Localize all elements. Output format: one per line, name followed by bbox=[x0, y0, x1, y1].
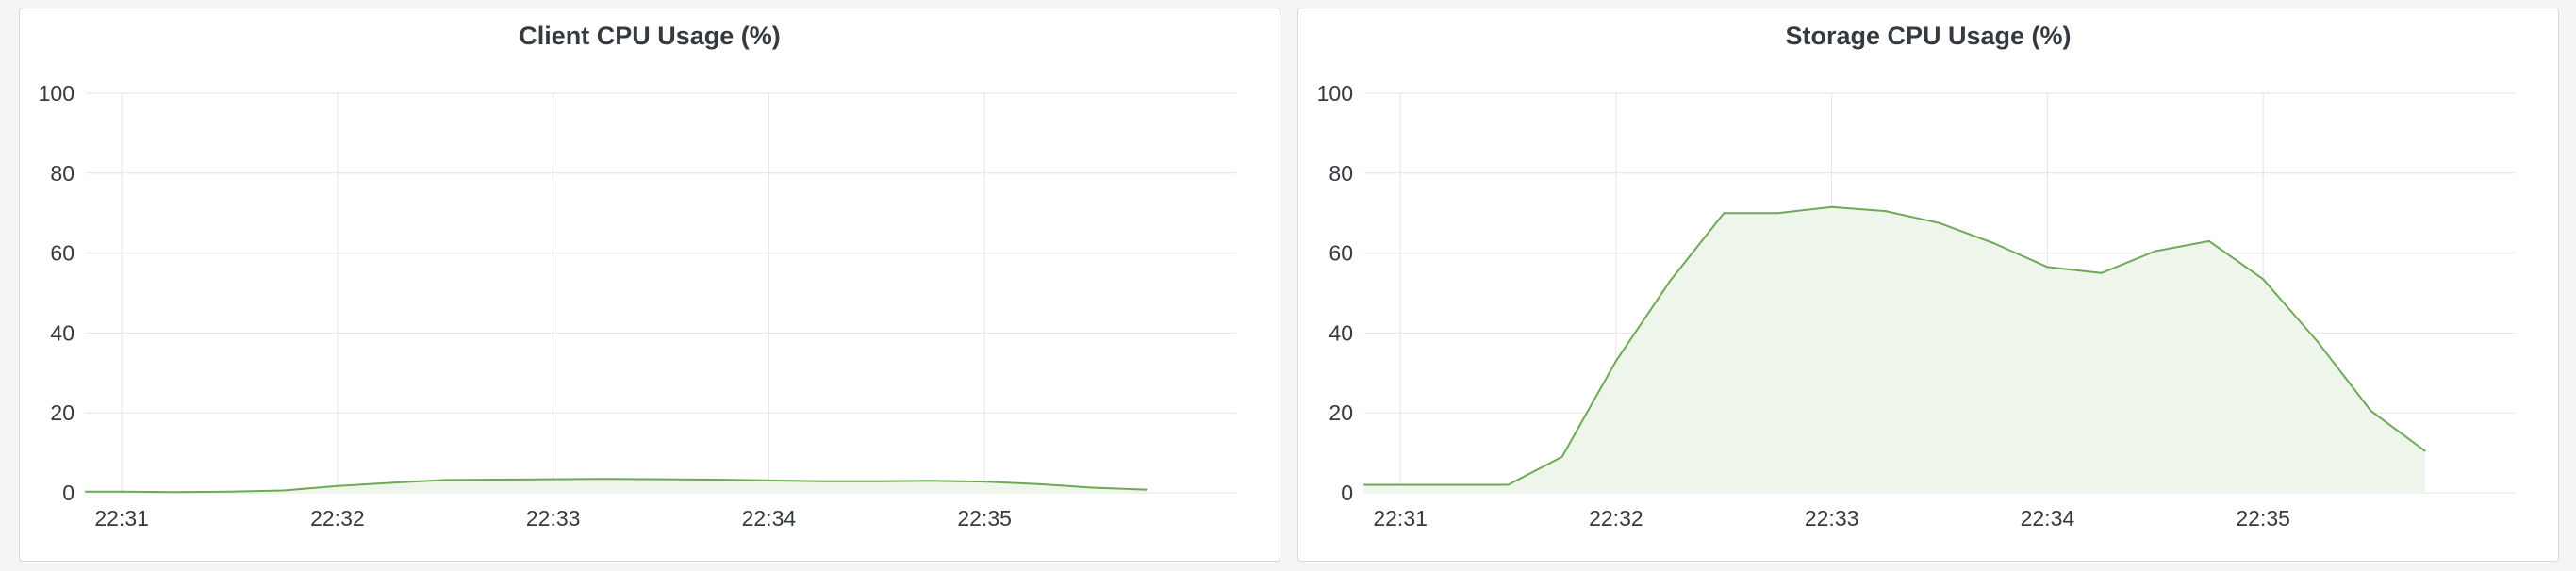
y-tick-label: 60 bbox=[1329, 241, 1353, 266]
data-point bbox=[2316, 339, 2319, 342]
data-point bbox=[552, 478, 554, 481]
series-area bbox=[1364, 206, 2425, 494]
y-tick-label: 100 bbox=[1317, 81, 1353, 106]
storage-cpu-chart: 0 20 40 60 80 100 22:31 22:32 22:33 22:34 22:35 bbox=[1317, 81, 2515, 530]
data-point bbox=[2046, 266, 2049, 269]
data-point bbox=[498, 479, 501, 481]
data-point bbox=[605, 478, 608, 481]
data-point bbox=[1037, 482, 1040, 485]
data-point bbox=[282, 489, 285, 492]
data-point bbox=[821, 480, 824, 482]
data-point bbox=[1884, 210, 1887, 213]
data-point bbox=[1363, 483, 1365, 486]
x-tick-label: 22:34 bbox=[742, 506, 797, 530]
x-tick-label: 22:35 bbox=[2236, 506, 2290, 530]
client-cpu-panel: Client CPU Usage (%) 0 20 40 60 80 100 22:31 22… bbox=[19, 8, 1280, 562]
x-tick-label: 22:32 bbox=[1589, 506, 1643, 530]
data-point bbox=[875, 480, 878, 482]
x-tick-label: 22:33 bbox=[526, 506, 581, 530]
x-tick-label: 22:35 bbox=[957, 506, 1012, 530]
data-point bbox=[1776, 212, 1779, 215]
data-point bbox=[1507, 483, 1510, 486]
data-point bbox=[2423, 449, 2426, 452]
data-point bbox=[1453, 483, 1456, 486]
data-point bbox=[929, 480, 932, 482]
y-tick-label: 40 bbox=[50, 320, 74, 345]
data-point bbox=[1723, 212, 1726, 215]
x-tick-label: 22:31 bbox=[1373, 506, 1428, 530]
y-tick-label: 100 bbox=[39, 81, 74, 106]
data-point bbox=[2370, 410, 2372, 413]
x-tick-label: 22:34 bbox=[2021, 506, 2075, 530]
y-tick-label: 20 bbox=[50, 400, 74, 425]
data-point bbox=[2100, 271, 2103, 274]
y-tick-label: 0 bbox=[1341, 481, 1353, 505]
data-point bbox=[390, 481, 393, 484]
data-point bbox=[1992, 242, 1995, 244]
data-point bbox=[1399, 483, 1402, 486]
x-tick-label: 22:31 bbox=[94, 506, 149, 530]
data-point bbox=[2262, 278, 2265, 281]
x-tick-label: 22:32 bbox=[310, 506, 365, 530]
storage-cpu-panel: Storage CPU Usage (%) 0 20 40 60 80 100 22:31 2… bbox=[1297, 8, 2559, 562]
client-cpu-chart: 0 20 40 60 80 100 22:31 22:32 22:33 22:34 22:35 bbox=[39, 81, 1236, 530]
data-point bbox=[121, 490, 124, 493]
data-point bbox=[1560, 455, 1563, 458]
y-tick-label: 0 bbox=[62, 481, 74, 505]
data-point bbox=[444, 479, 447, 481]
data-point bbox=[336, 484, 339, 487]
data-point bbox=[1145, 488, 1148, 491]
data-point bbox=[174, 491, 177, 494]
data-point bbox=[714, 479, 717, 481]
data-point bbox=[1614, 360, 1617, 363]
data-point bbox=[768, 479, 770, 481]
data-point bbox=[660, 478, 662, 481]
y-tick-label: 60 bbox=[50, 241, 74, 266]
data-point bbox=[85, 490, 87, 493]
y-tick-label: 20 bbox=[1329, 400, 1353, 425]
y-tick-label: 80 bbox=[1329, 161, 1353, 186]
data-point bbox=[228, 490, 231, 493]
data-point bbox=[2207, 239, 2210, 242]
x-tick-label: 22:33 bbox=[1805, 506, 1859, 530]
data-point bbox=[2154, 250, 2156, 253]
y-tick-label: 40 bbox=[1329, 320, 1353, 345]
data-point bbox=[1669, 280, 1672, 283]
data-point bbox=[1091, 486, 1094, 489]
y-tick-label: 80 bbox=[50, 161, 74, 186]
data-point bbox=[1830, 205, 1833, 208]
data-point bbox=[983, 481, 986, 483]
data-point bbox=[1939, 221, 1940, 224]
